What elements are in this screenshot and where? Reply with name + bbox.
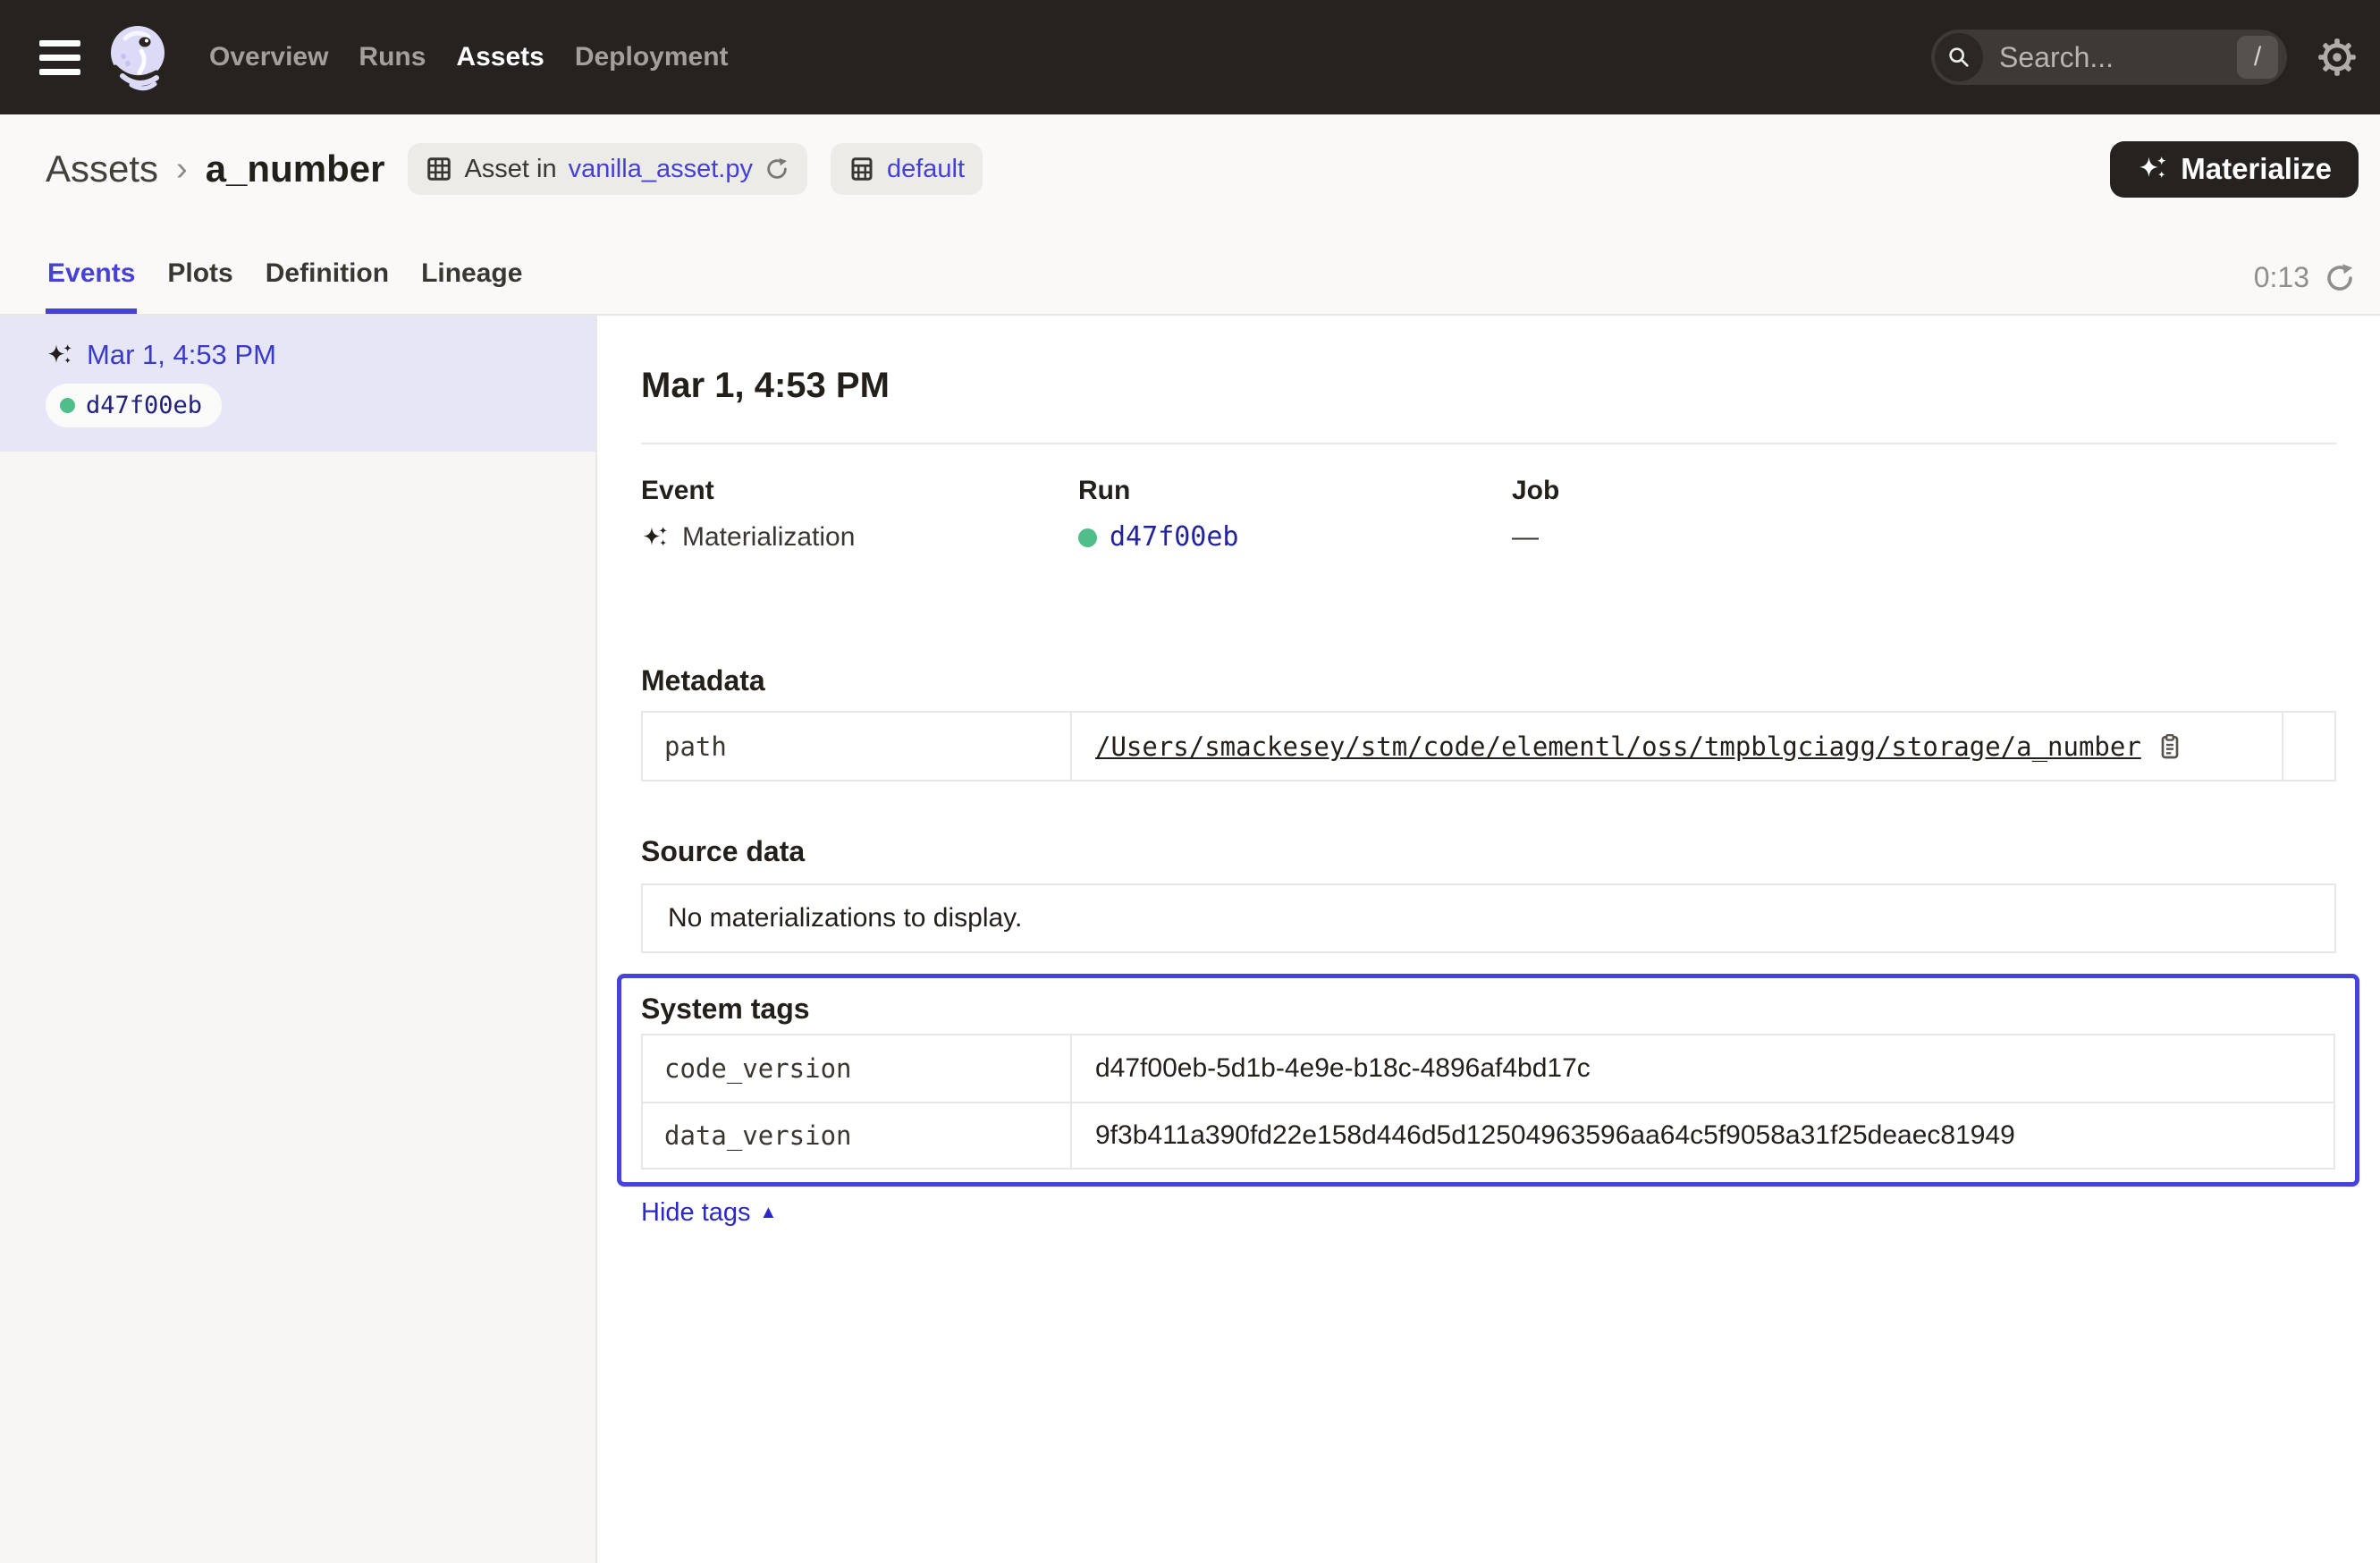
- tab-lineage[interactable]: Lineage: [419, 258, 524, 314]
- system-tags-highlight-box: System tags code_version d47f00eb-5d1b-4…: [617, 974, 2359, 1187]
- run-column-label: Run: [1078, 475, 1512, 507]
- metadata-key: path: [643, 713, 1072, 780]
- search-icon: [1935, 33, 1983, 81]
- source-data-empty-state: No materializations to display.: [641, 883, 2336, 953]
- tag-key: code_version: [643, 1035, 1072, 1102]
- materialize-button[interactable]: Materialize: [2110, 141, 2359, 198]
- tab-events[interactable]: Events: [46, 258, 137, 314]
- breadcrumb-asset-name: a_number: [206, 148, 385, 190]
- dagster-logo-icon[interactable]: [104, 22, 173, 92]
- source-data-heading: Source data: [641, 833, 2336, 869]
- search-shortcut-badge: /: [2237, 36, 2278, 79]
- job-column-label: Job: [1512, 475, 2336, 507]
- tag-key: data_version: [643, 1103, 1072, 1168]
- hide-tags-link[interactable]: Hide tags ▲: [641, 1197, 777, 1228]
- events-sidebar: Mar 1, 4:53 PM d47f00eb: [0, 316, 597, 1563]
- asset-group-pill: default: [831, 143, 983, 195]
- event-list-item[interactable]: Mar 1, 4:53 PM d47f00eb: [0, 316, 595, 452]
- group-grid-icon: [848, 156, 875, 182]
- materialization-sparkle-icon: [46, 343, 74, 368]
- divider: [641, 443, 2336, 444]
- event-column-label: Event: [641, 475, 1078, 507]
- run-status-dot-icon: [60, 398, 75, 413]
- breadcrumb-separator: ›: [176, 150, 188, 189]
- tag-value: 9f3b411a390fd22e158d446d5d12504963596aa6…: [1095, 1120, 2015, 1151]
- run-id-badge[interactable]: d47f00eb: [46, 384, 222, 427]
- nav-item-runs[interactable]: Runs: [359, 42, 426, 72]
- search-input[interactable]: Search... /: [1931, 30, 2287, 85]
- event-summary: Event Materialization Run d47f00eb: [641, 475, 2336, 553]
- metadata-table: path /Users/smackesey/stm/code/elementl/…: [641, 711, 2336, 782]
- materialization-sparkle-icon: [641, 526, 670, 550]
- chevron-up-icon: ▲: [760, 1197, 778, 1228]
- clipboard-icon: [2156, 732, 2184, 761]
- tab-plots[interactable]: Plots: [165, 258, 234, 314]
- primary-nav: Overview Runs Assets Deployment: [209, 42, 729, 72]
- copy-button[interactable]: [2156, 732, 2184, 761]
- hide-tags-label: Hide tags: [641, 1197, 751, 1228]
- job-empty-value: —: [1512, 521, 1539, 553]
- asset-definition-pill: Asset in vanilla_asset.py: [408, 143, 807, 195]
- table-action-cell: [2282, 713, 2334, 780]
- settings-button[interactable]: [2314, 34, 2360, 80]
- asset-grid-icon: [426, 156, 452, 182]
- table-row: code_version d47f00eb-5d1b-4e9e-b18c-489…: [643, 1035, 2334, 1102]
- gear-icon: [2316, 36, 2359, 79]
- run-status-dot-icon: [1078, 528, 1097, 547]
- event-title: Mar 1, 4:53 PM: [641, 364, 2336, 407]
- search-placeholder: Search...: [1999, 41, 2114, 74]
- nav-item-assets[interactable]: Assets: [456, 42, 544, 72]
- table-row: path /Users/smackesey/stm/code/elementl/…: [643, 713, 2334, 780]
- system-tags-table: code_version d47f00eb-5d1b-4e9e-b18c-489…: [641, 1034, 2335, 1170]
- refresh-countdown: 0:13: [2254, 261, 2309, 294]
- run-id-text: d47f00eb: [86, 392, 202, 419]
- event-timestamp-link[interactable]: Mar 1, 4:53 PM: [87, 339, 276, 371]
- nav-item-deployment[interactable]: Deployment: [575, 42, 729, 72]
- metadata-path-link[interactable]: /Users/smackesey/stm/code/elementl/oss/t…: [1095, 731, 2141, 762]
- run-id-link[interactable]: d47f00eb: [1110, 521, 1239, 553]
- event-type-value: Materialization: [682, 521, 855, 553]
- top-navbar: Overview Runs Assets Deployment Search..…: [0, 0, 2380, 114]
- asset-pill-prefix: Asset in: [464, 155, 556, 184]
- table-row: data_version 9f3b411a390fd22e158d446d5d1…: [643, 1102, 2334, 1168]
- asset-tabs: Events Plots Definition Lineage 0:13: [0, 224, 2380, 316]
- reload-definition-icon[interactable]: [764, 156, 789, 182]
- source-data-empty-text: No materializations to display.: [668, 903, 1022, 934]
- materialize-button-label: Materialize: [2181, 152, 2332, 186]
- nav-item-overview[interactable]: Overview: [209, 42, 328, 72]
- event-detail-panel: Mar 1, 4:53 PM Event Materialization Run: [597, 316, 2380, 1563]
- asset-page-header: Assets › a_number Asset in vanilla_asset…: [0, 114, 2380, 224]
- refresh-button[interactable]: [2324, 262, 2356, 294]
- system-tags-heading: System tags: [641, 991, 2335, 1027]
- refresh-icon: [2324, 262, 2356, 294]
- asset-file-link[interactable]: vanilla_asset.py: [569, 155, 753, 184]
- tab-definition[interactable]: Definition: [264, 258, 391, 314]
- hamburger-menu-icon[interactable]: [39, 40, 80, 75]
- tag-value: d47f00eb-5d1b-4e9e-b18c-4896af4bd17c: [1095, 1053, 1591, 1084]
- metadata-heading: Metadata: [641, 663, 2336, 698]
- group-default-link[interactable]: default: [887, 155, 965, 184]
- breadcrumb-assets-link[interactable]: Assets: [46, 148, 158, 190]
- sparkle-icon: [2137, 156, 2169, 182]
